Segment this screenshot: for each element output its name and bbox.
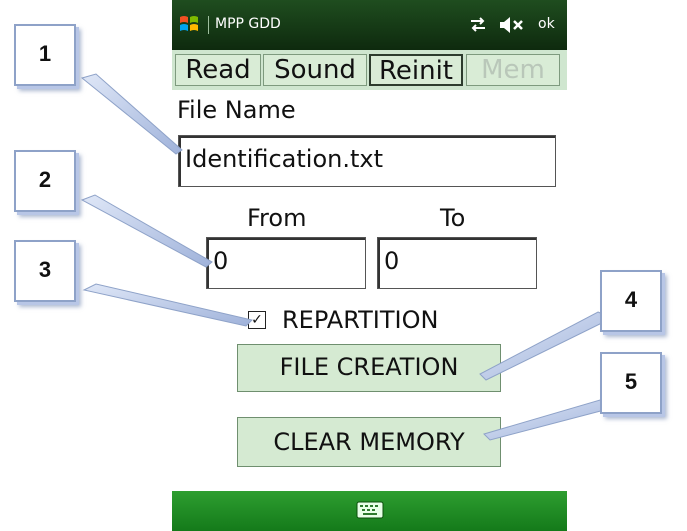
file-name-label: File Name [177, 96, 296, 124]
repartition-checkbox[interactable]: ✓ [248, 311, 266, 329]
to-label: To [440, 204, 466, 232]
status-separator [208, 16, 209, 34]
tab-sound[interactable]: Sound [263, 54, 367, 86]
from-input[interactable]: 0 [206, 237, 366, 289]
status-bar: MPP GDD ok [172, 0, 567, 50]
clear-memory-button[interactable]: CLEAR MEMORY [237, 417, 501, 467]
repartition-label[interactable]: REPARTITION [282, 306, 438, 334]
speaker-muted-icon[interactable] [498, 16, 528, 34]
to-input[interactable]: 0 [377, 237, 537, 289]
tab-mem[interactable]: Mem [466, 54, 560, 86]
ok-button[interactable]: ok [538, 16, 555, 32]
callout-4: 4 [600, 270, 662, 332]
device-screen: MPP GDD ok Read Sound Reinit Mem File Na… [172, 0, 567, 531]
file-name-input[interactable]: Identification.txt [178, 135, 556, 187]
from-label: From [247, 204, 307, 232]
callout-2: 2 [14, 150, 76, 212]
bottom-bar [172, 491, 567, 531]
tab-reinit[interactable]: Reinit [369, 54, 463, 86]
app-title: MPP GDD [215, 16, 281, 32]
callout-3: 3 [14, 240, 76, 302]
file-creation-button[interactable]: FILE CREATION [237, 344, 501, 392]
keyboard-icon[interactable] [356, 501, 384, 519]
tab-read[interactable]: Read [175, 54, 261, 86]
callout-1-pointer [80, 73, 183, 155]
callout-1: 1 [14, 24, 76, 86]
callout-5: 5 [600, 352, 662, 414]
windows-start-icon[interactable] [178, 13, 200, 35]
connectivity-icon[interactable] [468, 16, 488, 34]
tab-bar: Read Sound Reinit Mem [172, 50, 567, 90]
